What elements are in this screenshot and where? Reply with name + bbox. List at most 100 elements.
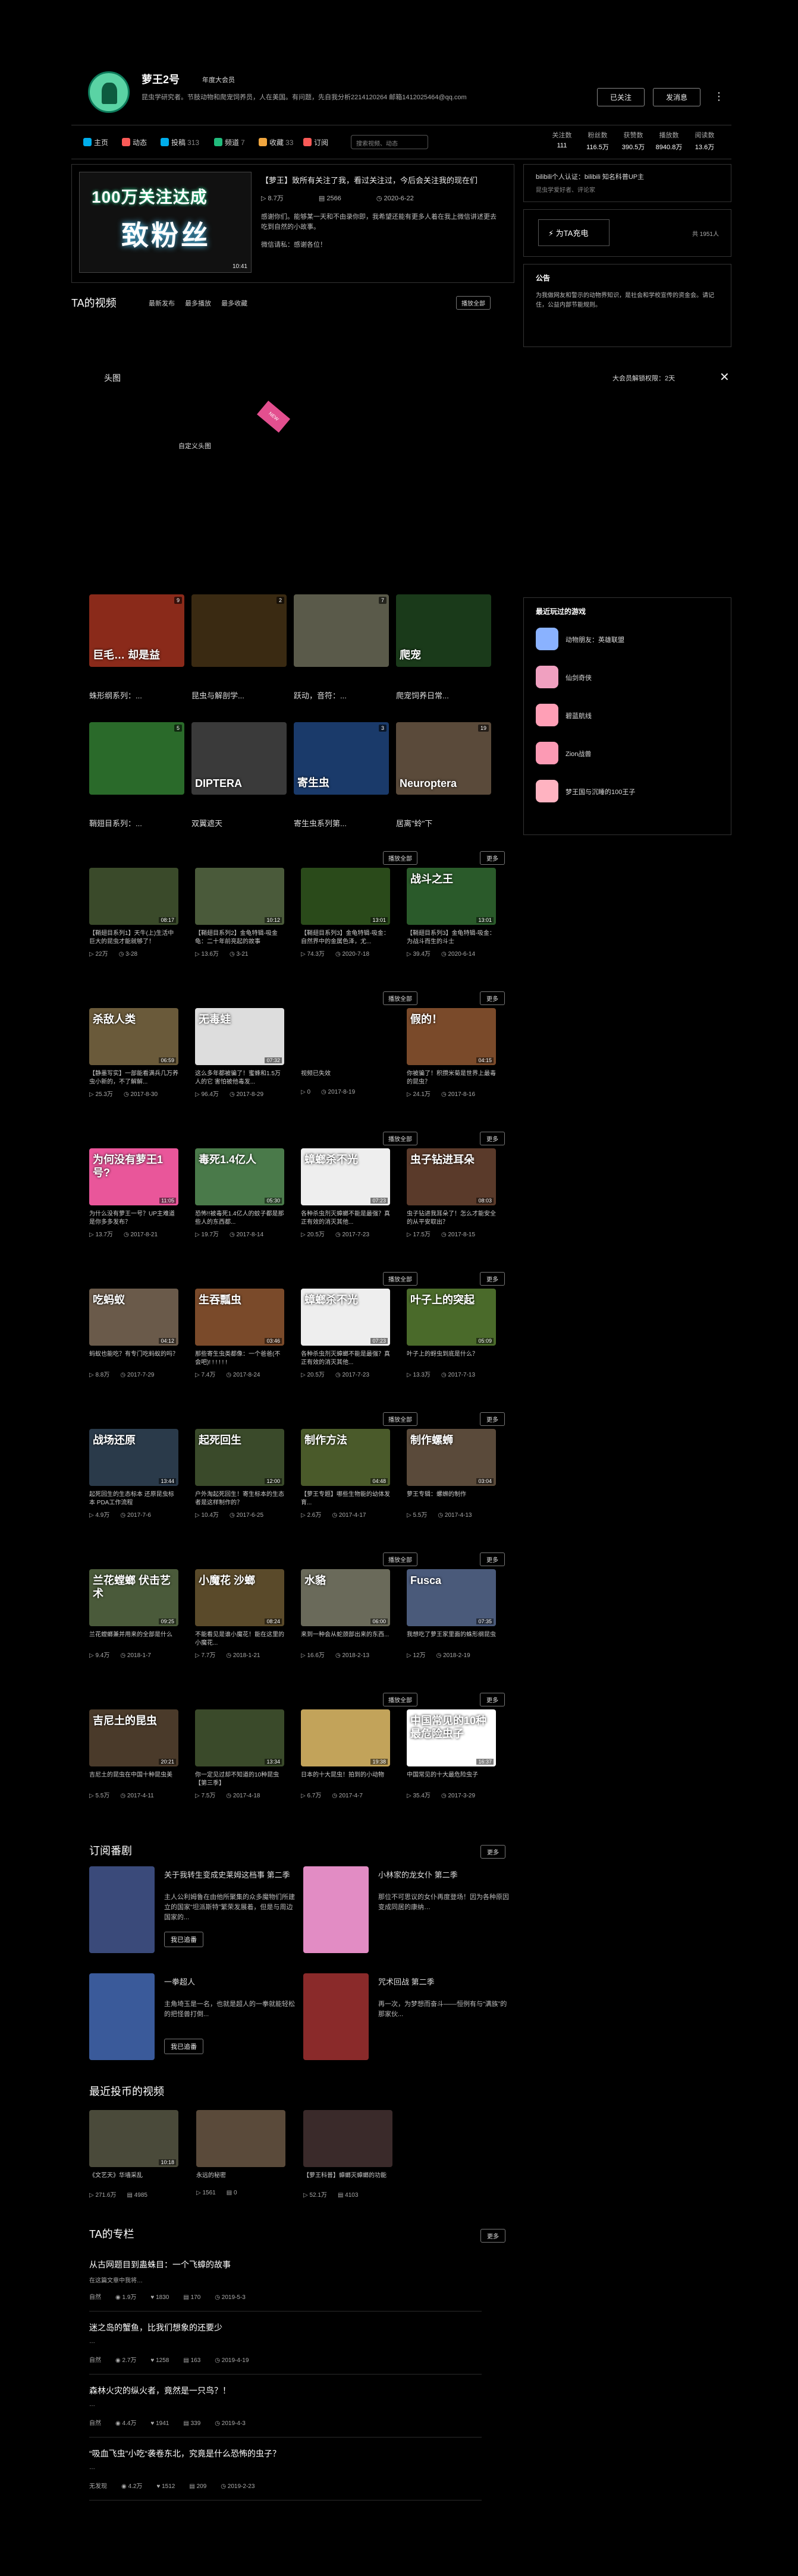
video-title[interactable]: 【鞘翅目系列2】金龟特辑-吸金龟：二十年前亮起的故事 — [195, 930, 284, 946]
video-title[interactable]: 萝王专辑：螺蛳的制作 — [407, 1491, 496, 1507]
video-thumbnail[interactable]: 吃蚂蚁 04:12 — [89, 1289, 178, 1346]
play-all-button[interactable]: 播放全部 — [383, 1693, 417, 1706]
more-button[interactable]: 更多 — [480, 2229, 505, 2243]
video-thumbnail[interactable]: Fusca 07:35 — [407, 1569, 496, 1626]
video-thumbnail[interactable]: 制作螺蛳 03:04 — [407, 1429, 496, 1486]
video-thumbnail[interactable]: 假的！ 04:15 — [407, 1008, 496, 1065]
game-item[interactable]: Zion战兽 — [536, 742, 714, 766]
video-thumbnail[interactable]: 生吞瓢虫 03:46 — [195, 1289, 284, 1346]
article-title[interactable]: 从古网题目到蛊蛛目：一个飞蟑的故事 — [89, 2259, 231, 2270]
more-button[interactable]: 更多 — [480, 851, 505, 865]
video-title[interactable]: 【鞘翅目系列1】天牛(上)生活中巨大的昆虫才能就够了！ — [89, 930, 178, 946]
channel-name[interactable]: 寄生虫系列第... — [294, 817, 389, 829]
avatar[interactable] — [88, 71, 130, 113]
channel-name[interactable]: 爬宠饲养日常... — [396, 689, 491, 701]
video-title[interactable]: 视频已失效 — [301, 1070, 390, 1087]
channel-name[interactable]: 跃动，音符：... — [294, 689, 389, 701]
video-thumbnail[interactable] — [196, 2110, 285, 2167]
game-item[interactable]: 碧蓝航线 — [536, 704, 714, 728]
article-title[interactable]: “吸血飞虫”小吃“袭卷东北，究竟是什么恐怖的虫子？ — [89, 2448, 281, 2460]
video-title[interactable]: 【静墨写实】一部能看满兵几万养虫小新的，不了解解... — [89, 1070, 178, 1087]
play-all-button[interactable]: 播放全部 — [383, 991, 417, 1005]
video-title[interactable]: 你被骗了！积攒米菊是世界上最毒的昆虫？ — [407, 1070, 496, 1087]
message-button[interactable]: 发消息 — [653, 88, 700, 106]
video-thumbnail[interactable]: 战斗之王 13:01 — [407, 868, 496, 925]
article-title[interactable]: 迷之岛的蟹鱼，比我们想象的还要少 — [89, 2322, 222, 2333]
more-button[interactable]: 更多 — [480, 1845, 505, 1859]
video-title[interactable]: 《文艺天》华墙采乱 — [89, 2172, 178, 2188]
channel-name[interactable]: 蛛形纲系列：... — [89, 689, 184, 701]
channel-thumbnail[interactable]: 2 — [191, 594, 287, 667]
more-button[interactable]: 更多 — [480, 991, 505, 1005]
video-title[interactable]: 【萝王科普】蟑螂灭蟑螂的功能 — [303, 2172, 392, 2188]
play-all-button[interactable]: 播放全部 — [456, 296, 491, 310]
more-icon[interactable]: ⋮ — [714, 90, 724, 103]
video-thumbnail[interactable]: 水貉 06:00 — [301, 1569, 390, 1626]
followed-button[interactable]: 已关注 — [597, 88, 645, 106]
game-item[interactable]: 动物朋友：英雄联盟 — [536, 628, 714, 651]
channel-thumbnail[interactable]: DIPTERA — [191, 722, 287, 795]
tab-dynamic[interactable]: 动态 — [122, 137, 147, 147]
more-button[interactable]: 更多 — [480, 1272, 505, 1286]
video-thumbnail[interactable]: 13:01 — [301, 868, 390, 925]
video-thumbnail[interactable]: 19:38 — [301, 1709, 390, 1766]
search-input[interactable]: 搜索视频、动态 — [351, 135, 428, 149]
featured-thumbnail[interactable]: 100万关注达成 致粉丝 10:41 — [79, 172, 252, 273]
article-item[interactable]: 从古网题目到蛊蛛目：一个飞蟑的故事 在这篇文章中我将… 自然 ◉ 1.9万 ♥ 1830… — [71, 2259, 499, 2318]
channel-name[interactable]: 昆虫与解剖学... — [191, 689, 287, 701]
video-title[interactable]: 永远的秘密 — [196, 2172, 285, 2188]
video-thumbnail[interactable]: 10:12 — [195, 868, 284, 925]
game-item[interactable]: 梦王国与沉睡的100王子 — [536, 780, 714, 804]
featured-video[interactable]: 100万关注达成 致粉丝 10:41 【萝王】致所有关注了我，看过关注过，今后会… — [71, 164, 514, 283]
play-all-button[interactable]: 播放全部 — [383, 1412, 417, 1426]
video-title[interactable]: 为什么没有萝王一号？UP主难道是你多多发布？ — [89, 1210, 178, 1227]
video-title[interactable]: 吉尼土的昆虫在中国十种昆虫美 — [89, 1771, 178, 1788]
sort-most-played[interactable]: 最多播放 — [185, 300, 211, 307]
video-thumbnail[interactable]: 为何没有萝王1号? 11:05 — [89, 1148, 178, 1205]
video-thumbnail[interactable]: 战场还原 13:44 — [89, 1429, 178, 1486]
video-title[interactable]: 起死回生的生态标本 还原昆虫标本 PDA工作流程 — [89, 1491, 178, 1507]
channel-name[interactable]: 鞘翅目系列：... — [89, 817, 184, 829]
tab-uploads[interactable]: 投稿 313 — [161, 137, 199, 147]
charge-button[interactable]: ⚡ 为TA充电 — [538, 219, 610, 246]
video-thumbnail[interactable]: 蟑螂杀不光 07:23 — [301, 1289, 390, 1346]
channel-thumbnail[interactable]: 19 Neuroptera — [396, 722, 491, 795]
video-thumbnail[interactable]: 08:17 — [89, 868, 178, 925]
sort-most-fav[interactable]: 最多收藏 — [221, 300, 247, 307]
play-all-button[interactable]: 播放全部 — [383, 1552, 417, 1566]
video-title[interactable]: 户外淘起死回生！寄生标本的生态者是这样制作的？ — [195, 1491, 284, 1507]
video-title[interactable]: 【鞘翅目系列3】金龟特辑-吸金：为战斗而生的斗士 — [407, 930, 496, 946]
sort-newest[interactable]: 最新发布 — [149, 300, 175, 307]
stat-followers[interactable]: 粉丝数 116.5万 — [580, 130, 615, 152]
video-title[interactable]: 那些寄生虫类都像：一个爸爸(不会吧)! ! ! ! ! ! — [195, 1350, 284, 1367]
bangumi-title[interactable]: 一拳超人 — [164, 1976, 295, 1987]
video-title[interactable]: 虫子钻进我耳朵了！怎么才能安全的从平安取出？ — [407, 1210, 496, 1227]
video-thumbnail[interactable] — [303, 2110, 392, 2167]
channel-name[interactable]: 居离"蛉"下 — [396, 817, 491, 829]
video-title[interactable]: 来到一种会从蛇颈部出来的东西... — [301, 1631, 390, 1648]
video-title[interactable]: 日本的十大昆虫！拍到的小动物 — [301, 1771, 390, 1788]
channel-thumbnail[interactable]: 7 — [294, 594, 389, 667]
stat-following[interactable]: 关注数 111 — [544, 130, 580, 149]
video-title[interactable]: 不能看见是谁小魔花！能在这里的小魔花... — [195, 1631, 284, 1648]
channel-thumbnail[interactable]: 9 巨毛… 却是益 — [89, 594, 184, 667]
video-thumbnail[interactable]: 杀敌人类 06:59 — [89, 1008, 178, 1065]
video-thumbnail[interactable] — [301, 1008, 390, 1065]
bangumi-title[interactable]: 咒术回战 第二季 — [378, 1976, 509, 1987]
tab-favorites[interactable]: 收藏 33 — [259, 137, 293, 147]
tab-header-image[interactable]: 头图 — [104, 372, 121, 384]
video-thumbnail[interactable]: 无毒蛙 07:32 — [195, 1008, 284, 1065]
video-title[interactable]: 我想吃了萝王家里面的蛛形纲昆虫 — [407, 1631, 496, 1648]
video-thumbnail[interactable]: 制作方法 04:48 — [301, 1429, 390, 1486]
close-icon[interactable]: ✕ — [720, 370, 730, 385]
video-thumbnail[interactable]: 蟑螂杀不光 07:23 — [301, 1148, 390, 1205]
play-all-button[interactable]: 播放全部 — [383, 1132, 417, 1145]
more-button[interactable]: 更多 — [480, 1132, 505, 1145]
play-all-button[interactable]: 播放全部 — [383, 851, 417, 865]
video-title[interactable]: 【鞘翅目系列3】金龟特辑-吸金：自然界中的金属色泽，尤... — [301, 930, 390, 946]
channel-name[interactable]: 双翼遮天 — [191, 817, 287, 829]
article-item[interactable]: “吸血飞虫”小吃“袭卷东北，究竟是什么恐怖的虫子？ … 无发现 ◉ 4.2万 ♥ 151… — [71, 2448, 499, 2507]
channel-thumbnail[interactable]: 3 寄生虫 — [294, 722, 389, 795]
featured-title[interactable]: 【萝王】致所有关注了我，看过关注过，今后会关注我的现在们 — [261, 174, 505, 185]
channel-thumbnail[interactable]: 5 — [89, 722, 184, 795]
